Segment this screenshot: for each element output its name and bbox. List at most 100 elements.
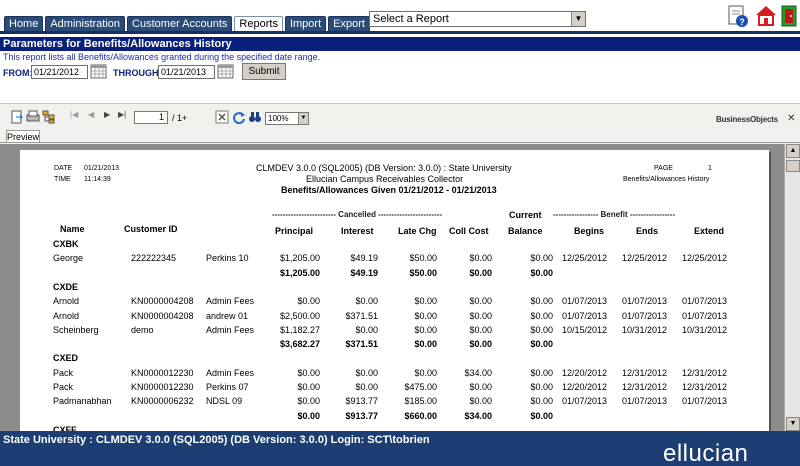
col-principal: Principal	[275, 226, 314, 236]
col-late-chg: Late Chg	[398, 226, 437, 236]
report-header-line2: Ellucian Campus Receivables Collector	[306, 174, 464, 184]
cell-begins: 10/15/2012	[562, 324, 608, 335]
report-name: Benefits/Allowances History	[623, 176, 710, 183]
cell-ends: 12/31/2012	[622, 367, 668, 378]
tab-customer-accounts[interactable]: Customer Accounts	[127, 16, 233, 31]
group-header-row: CXED	[20, 353, 769, 367]
home-icon[interactable]	[755, 4, 777, 28]
cell-name: Scheinberg	[53, 324, 99, 335]
cell-late: $50.00	[409, 267, 437, 278]
cell-name: Pack	[53, 382, 74, 392]
cell-coll: $0.00	[469, 296, 492, 307]
viewer-toolbar: |◀ ◀ ▶ ▶| 1 / 1+ 100% ▼ BusinessObjects …	[0, 107, 800, 129]
close-viewer-icon[interactable]: ✕	[787, 113, 795, 124]
date-value: 01/21/2013	[84, 165, 120, 172]
report-select[interactable]: Select a Report ▼	[369, 11, 586, 27]
status-footer: State University : CLMDEV 3.0.0 (SQL2005…	[0, 431, 800, 466]
cell-interest: $371.51	[345, 310, 378, 321]
cell-interest: $913.77	[345, 396, 378, 407]
cell-late: $0.00	[414, 296, 437, 307]
scroll-up-icon[interactable]: ▲	[786, 144, 800, 158]
cell-cust: KN0000004208	[131, 296, 194, 307]
help-document-icon[interactable]: ?	[727, 4, 749, 28]
cell-balance: $0.00	[530, 382, 553, 392]
through-date-input[interactable]: 01/21/2013	[158, 65, 215, 79]
next-page-icon[interactable]: ▶	[104, 110, 118, 124]
cell-extend: 01/07/2013	[682, 396, 728, 407]
cell-coll: $0.00	[469, 339, 492, 350]
table-row: Scheinberg demo Admin Fees $1,182.27 $0.00 $0…	[20, 325, 769, 339]
params-description: This report lists all Benefits/Allowance…	[3, 52, 321, 62]
last-page-icon[interactable]: ▶|	[118, 110, 132, 124]
time-value: 11:14:39	[84, 176, 111, 183]
cell-ends: 01/07/2013	[622, 396, 668, 407]
col-extend: Extend	[694, 226, 725, 236]
group-total-row: $3,682.27 $371.51 $0.00 $0.00 $0.00	[20, 339, 769, 353]
print-icon[interactable]	[26, 110, 40, 124]
cell-principal: $1,205.00	[279, 253, 320, 264]
calendar-icon[interactable]	[217, 64, 234, 79]
cell-principal: $0.00	[297, 396, 320, 407]
cell-principal: $0.00	[297, 296, 320, 307]
scroll-down-icon[interactable]: ▼	[786, 417, 800, 431]
report-canvas: DATE 01/21/2013 TIME 11:14:39 CLMDEV 3.0…	[0, 144, 784, 432]
cell-interest: $0.00	[355, 367, 378, 378]
top-nav: Home Administration Customer Accounts Re…	[0, 0, 800, 31]
cell-extend: 12/25/2012	[682, 253, 728, 264]
group-total-row: $0.00 $913.77 $660.00 $34.00 $0.00	[20, 411, 769, 425]
group-total-row: $1,205.00 $49.19 $50.00 $0.00 $0.00	[20, 268, 769, 282]
table-row: Arnold KN0000004208 andrew 01 $2,500.00 $371…	[20, 311, 769, 325]
calendar-icon[interactable]	[90, 64, 107, 79]
cell-late: $0.00	[414, 339, 437, 350]
submit-button[interactable]: Submit	[242, 63, 286, 80]
export-icon[interactable]	[10, 110, 24, 124]
tab-administration[interactable]: Administration	[45, 16, 126, 31]
cell-interest: $0.00	[355, 324, 378, 335]
cell-balance: $0.00	[530, 367, 553, 378]
tab-import[interactable]: Import	[284, 16, 327, 31]
cell-coll: $0.00	[469, 382, 492, 392]
svg-text:?: ?	[739, 17, 745, 27]
cell-begins: 12/25/2012	[562, 253, 608, 264]
previous-page-icon[interactable]: ◀	[88, 110, 102, 124]
cell-interest: $371.51	[345, 339, 378, 350]
cell-cust: KN0000012230	[131, 382, 194, 392]
chevron-down-icon: ▼	[298, 113, 308, 124]
cell-ends: 12/25/2012	[622, 253, 668, 264]
stop-icon[interactable]	[215, 110, 229, 124]
cell-late: $50.00	[409, 253, 437, 264]
cell-extend: 12/31/2012	[682, 382, 728, 392]
cell-coll: $0.00	[469, 396, 492, 407]
from-date-input[interactable]: 01/21/2012	[31, 65, 88, 79]
vertical-scrollbar[interactable]: ▲ ▼	[784, 144, 800, 432]
col-coll-cost: Coll Cost	[449, 226, 489, 236]
tab-export[interactable]: Export	[328, 16, 370, 31]
group-code: CXED	[53, 353, 79, 364]
zoom-select[interactable]: 100% ▼	[265, 112, 309, 125]
cell-late: $0.00	[414, 324, 437, 335]
cell-late: $660.00	[404, 410, 437, 421]
cell-principal: $0.00	[297, 410, 320, 421]
logout-door-icon[interactable]	[779, 4, 800, 28]
cell-cust: KN0000004208	[131, 310, 194, 321]
refresh-icon[interactable]	[232, 110, 246, 124]
ellucian-logo: ellucian	[663, 440, 749, 466]
cell-extend: 01/07/2013	[682, 310, 728, 321]
cell-cust: demo	[131, 324, 154, 335]
tab-home[interactable]: Home	[4, 16, 44, 31]
first-page-icon[interactable]: |◀	[70, 110, 84, 124]
table-row: Arnold KN0000004208 Admin Fees $0.00 $0.00 $0…	[20, 296, 769, 310]
scroll-thumb[interactable]	[786, 160, 800, 172]
col-customer-id: Customer ID	[124, 224, 178, 234]
cell-interest: $0.00	[355, 296, 378, 307]
tab-reports[interactable]: Reports	[234, 16, 283, 31]
report-viewer: |◀ ◀ ▶ ▶| 1 / 1+ 100% ▼ BusinessObjects …	[0, 103, 800, 432]
group-tree-icon[interactable]	[42, 110, 56, 124]
cell-begins: 01/07/2013	[562, 310, 608, 321]
params-title: Parameters for Benefits/Allowances Histo…	[0, 37, 800, 51]
search-binoculars-icon[interactable]	[248, 110, 262, 124]
date-label: DATE	[54, 165, 73, 172]
page-label: PAGE	[654, 165, 673, 172]
page-number-input[interactable]: 1	[134, 111, 168, 124]
cell-coll: $0.00	[469, 267, 492, 278]
